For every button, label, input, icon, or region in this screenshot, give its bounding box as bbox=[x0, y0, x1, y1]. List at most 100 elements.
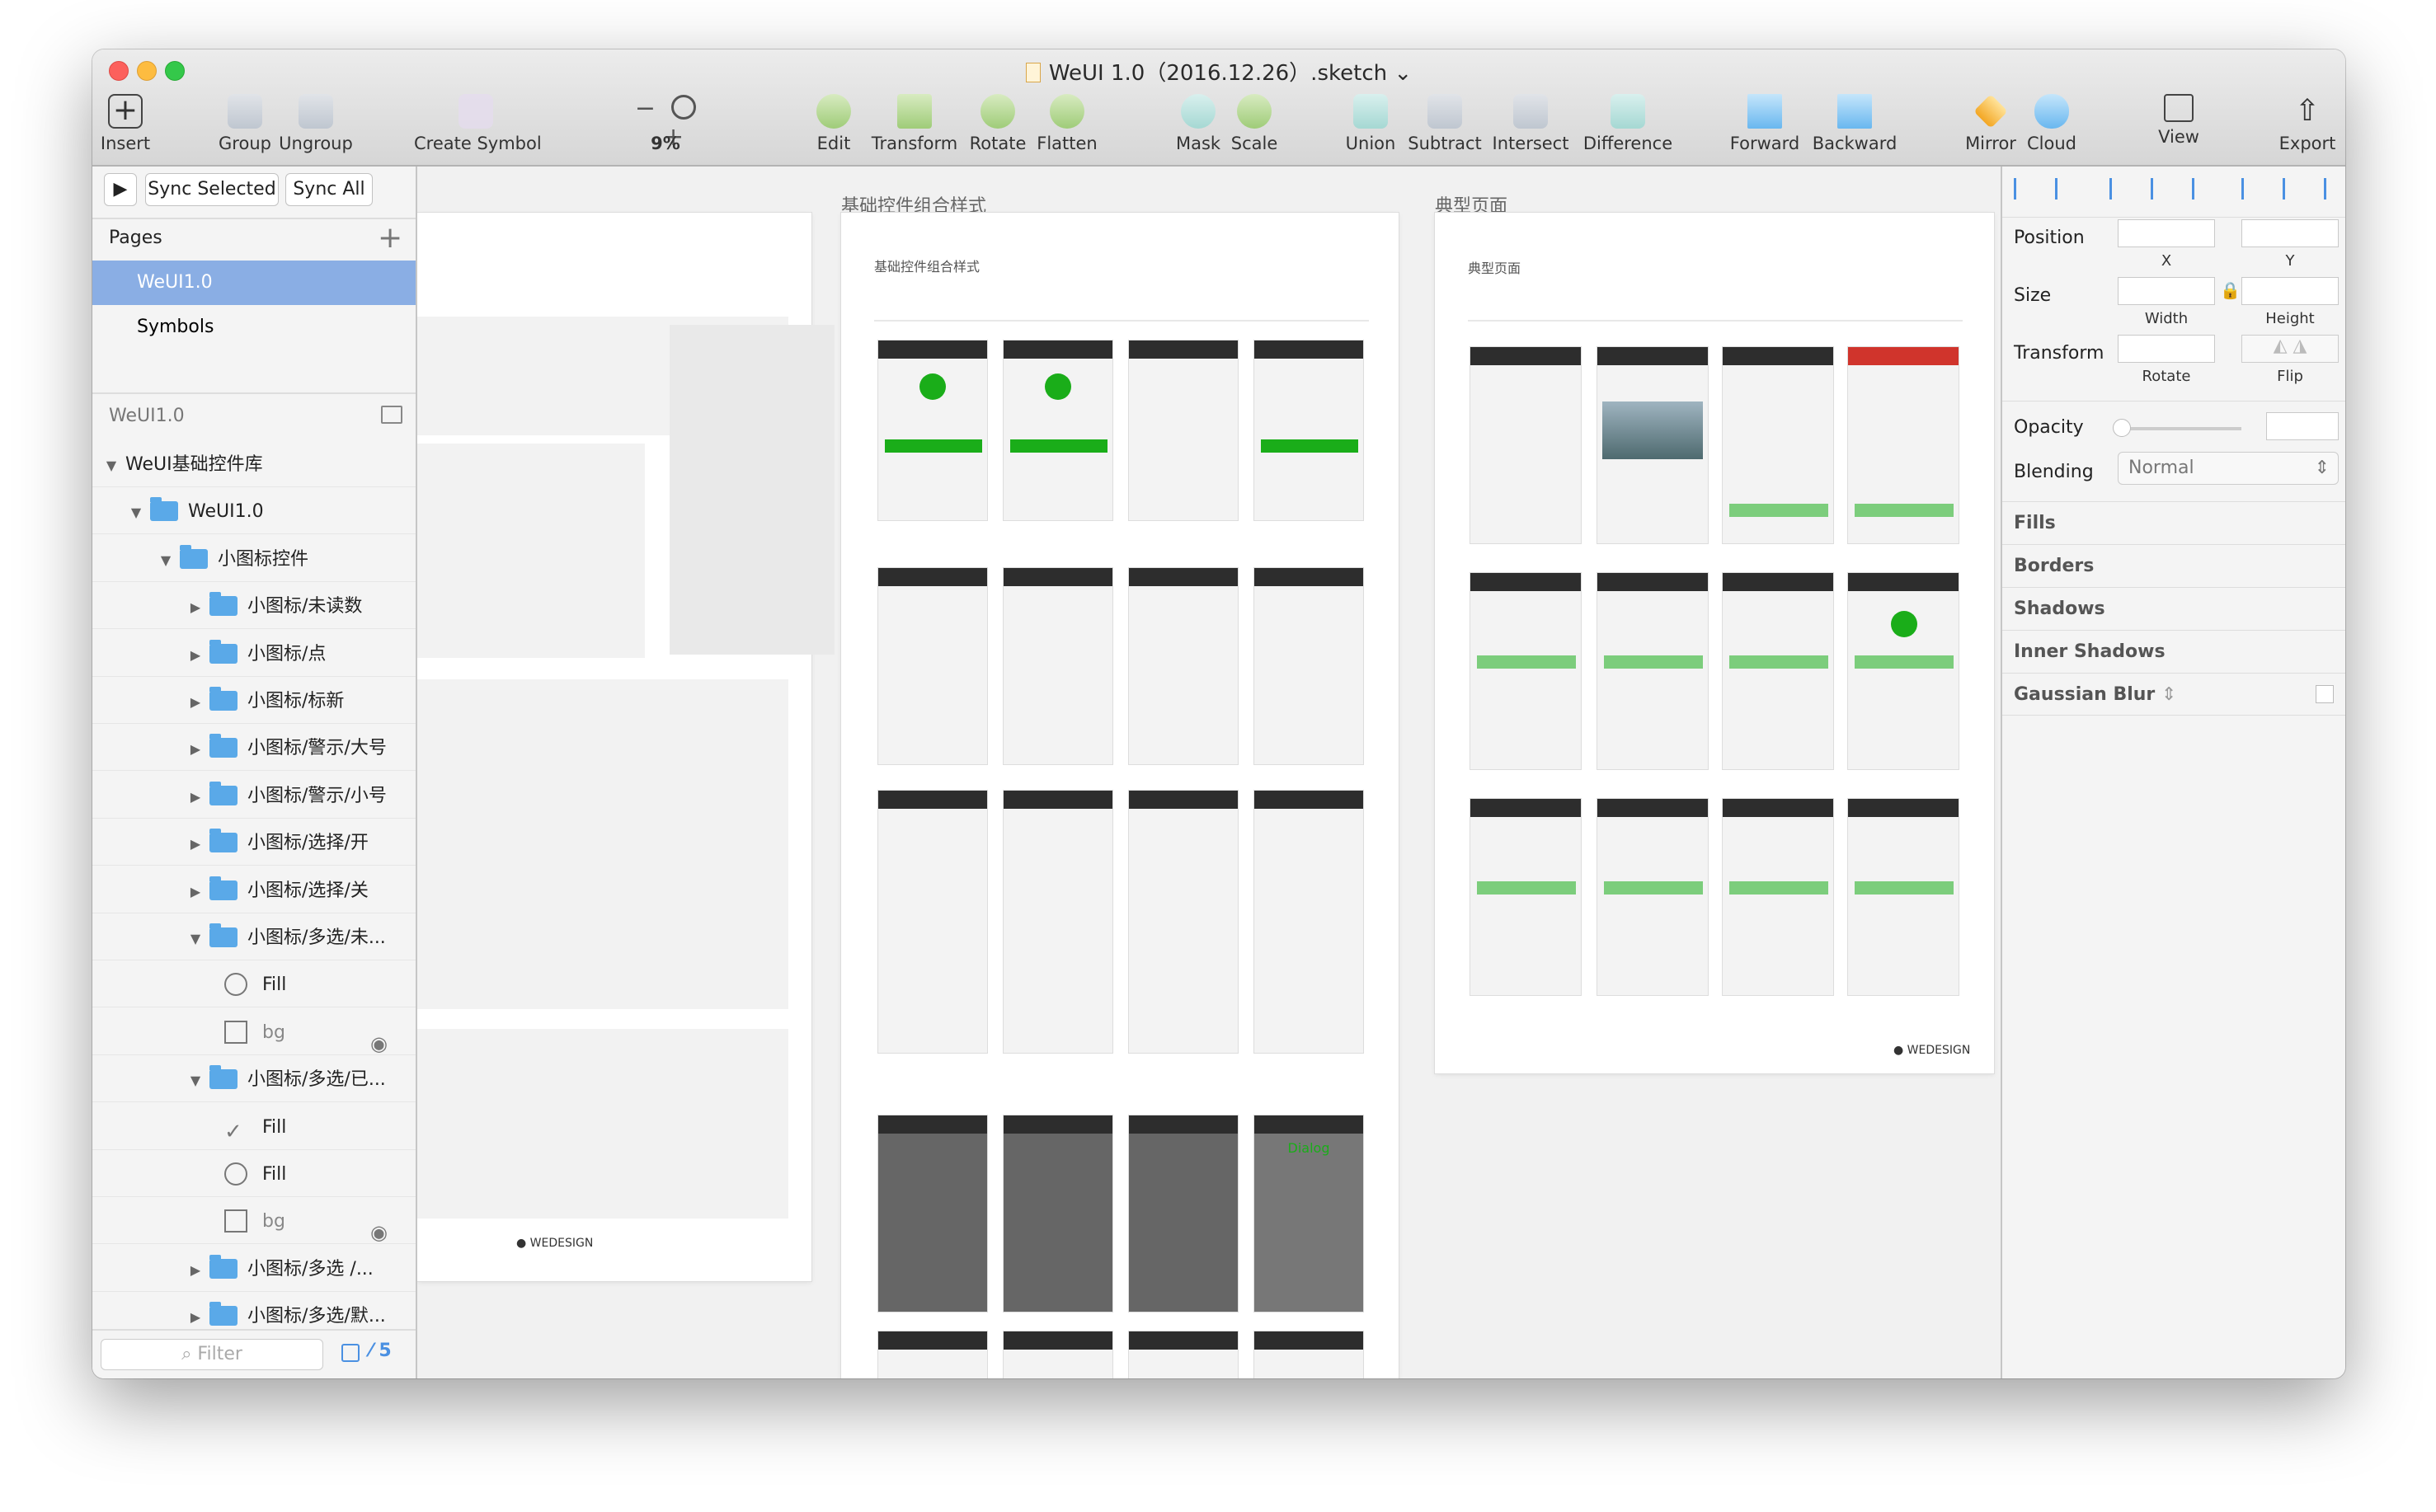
eye-icon[interactable]: ◉ bbox=[370, 1210, 388, 1243]
layer-row[interactable]: ▶ 小图标/点 bbox=[92, 632, 416, 677]
artboard-basic-controls[interactable]: ● WEDESIGN bbox=[417, 213, 835, 1281]
width-field[interactable] bbox=[2118, 277, 2215, 305]
flatten-button[interactable]: Flatten bbox=[1034, 94, 1100, 163]
create-symbol-button[interactable]: Create Symbol bbox=[414, 94, 542, 163]
layer-label: 小图标/点 bbox=[247, 643, 327, 664]
disclosure-triangle-icon[interactable]: ▼ bbox=[181, 917, 209, 960]
add-page-button[interactable]: + bbox=[378, 221, 402, 255]
opacity-field[interactable] bbox=[2266, 412, 2339, 440]
subtract-icon bbox=[1427, 94, 1462, 129]
edit-button[interactable]: Edit bbox=[805, 94, 863, 163]
align-left-icon[interactable] bbox=[2109, 178, 2131, 200]
disclosure-triangle-icon[interactable]: ▶ bbox=[181, 822, 209, 865]
height-field[interactable] bbox=[2241, 277, 2339, 305]
y-field[interactable] bbox=[2241, 219, 2339, 247]
slice-count[interactable]: ⁄ 5 bbox=[369, 1341, 392, 1361]
union-button[interactable]: Union bbox=[1338, 94, 1404, 163]
shadows-section[interactable]: Shadows bbox=[2002, 587, 2345, 630]
sync-selected-button[interactable]: Sync Selected bbox=[145, 173, 279, 206]
page-item-weui[interactable]: WeUI1.0 bbox=[92, 261, 416, 305]
layer-row[interactable]: ▶ 小图标/选择/关 bbox=[92, 869, 416, 913]
disclosure-triangle-icon[interactable]: ▼ bbox=[122, 491, 150, 533]
insert-button[interactable]: + Insert bbox=[99, 94, 152, 163]
blending-select[interactable]: Normal ⇕ bbox=[2118, 452, 2339, 485]
layer-row[interactable]: ▼ 小图标/多选/未... bbox=[92, 916, 416, 960]
layer-row[interactable]: ▶ 小图标/多选 /... bbox=[92, 1247, 416, 1292]
sync-all-button[interactable]: Sync All bbox=[285, 173, 373, 206]
view-button[interactable]: View bbox=[2146, 94, 2212, 163]
group-button[interactable]: Group bbox=[216, 94, 274, 163]
layer-row[interactable]: ▶ 小图标/标新 bbox=[92, 679, 416, 724]
artboard-control-combos[interactable]: 基础控件组合样式 Dialog bbox=[841, 213, 1399, 1378]
disclosure-triangle-icon[interactable]: ▼ bbox=[97, 444, 125, 486]
inner-shadows-section[interactable]: Inner Shadows bbox=[2002, 630, 2345, 673]
canvas[interactable]: ● WEDESIGN 基础控件组合样式 基础控件组合样式 Dialog 典型页面… bbox=[417, 167, 2001, 1378]
transform-button[interactable]: Transform bbox=[869, 94, 960, 163]
mask-button[interactable]: Mask bbox=[1169, 94, 1227, 163]
layer-row[interactable]: Fill bbox=[92, 963, 416, 1008]
distribute-v-icon[interactable] bbox=[2055, 178, 2076, 200]
layer-row[interactable]: bg ◉ bbox=[92, 1011, 416, 1055]
backward-button[interactable]: Backward bbox=[1809, 94, 1900, 163]
difference-button[interactable]: Difference bbox=[1577, 94, 1679, 163]
align-bottom-icon[interactable] bbox=[2324, 178, 2345, 200]
filter-field[interactable]: ⌕ Filter bbox=[101, 1339, 323, 1370]
align-right-icon[interactable] bbox=[2192, 178, 2213, 200]
align-center-icon[interactable] bbox=[2151, 178, 2172, 200]
disclosure-triangle-icon[interactable]: ▶ bbox=[181, 775, 209, 818]
layer-row[interactable]: ▼ 小图标控件 bbox=[92, 538, 416, 582]
window-title[interactable]: WeUI 1.0（2016.12.26）.sketch ⌄ bbox=[92, 56, 2345, 87]
layer-row[interactable]: ▶ 小图标/警示/小号 bbox=[92, 774, 416, 819]
disclosure-triangle-icon[interactable]: ▶ bbox=[181, 585, 209, 628]
ungroup-button[interactable]: Ungroup bbox=[279, 94, 353, 163]
disclosure-triangle-icon[interactable]: ▶ bbox=[181, 680, 209, 723]
layer-row[interactable]: ▶ 小图标/选择/开 bbox=[92, 821, 416, 866]
intersect-button[interactable]: Intersect bbox=[1488, 94, 1573, 163]
collapse-layers-icon[interactable] bbox=[381, 406, 402, 424]
subtract-button[interactable]: Subtract bbox=[1404, 94, 1486, 163]
layer-row[interactable]: ▶ 小图标/警示/大号 bbox=[92, 726, 416, 772]
forward-icon bbox=[1747, 94, 1782, 129]
phone-mockup bbox=[1003, 1331, 1113, 1378]
play-button[interactable]: ▶ bbox=[104, 173, 137, 206]
layer-row[interactable]: ▶ 小图标/未读数 bbox=[92, 585, 416, 630]
mirror-button[interactable]: Mirror bbox=[1958, 94, 2024, 163]
flip-buttons[interactable]: ◭ ◮ bbox=[2241, 335, 2339, 363]
disclosure-triangle-icon[interactable]: ▶ bbox=[181, 633, 209, 676]
opacity-slider[interactable] bbox=[2113, 419, 2241, 437]
fills-section[interactable]: Fills bbox=[2002, 501, 2345, 544]
disclosure-triangle-icon[interactable]: ▼ bbox=[152, 538, 180, 581]
gaussian-blur-section[interactable]: Gaussian Blur ⇕ bbox=[2002, 673, 2345, 716]
cloud-button[interactable]: Cloud bbox=[2019, 94, 2085, 163]
x-field[interactable] bbox=[2118, 219, 2215, 247]
opacity-slider-knob[interactable] bbox=[2113, 419, 2131, 437]
page-item-symbols[interactable]: Symbols bbox=[92, 305, 416, 350]
export-button[interactable]: ⇧ Export bbox=[2274, 94, 2340, 163]
eye-icon[interactable]: ◉ bbox=[370, 1021, 388, 1054]
symbols-filter-icon[interactable] bbox=[341, 1344, 360, 1362]
align-middle-icon[interactable] bbox=[2283, 178, 2304, 200]
layer-row[interactable]: bg ◉ bbox=[92, 1200, 416, 1245]
forward-button[interactable]: Forward bbox=[1724, 94, 1806, 163]
layer-row[interactable]: ▼ 小图标/多选/已... bbox=[92, 1058, 416, 1103]
artboard-typical-pages[interactable]: 典型页面 ● WEDESIGN bbox=[1435, 213, 1994, 1073]
zoom-control[interactable]: − + 9% bbox=[620, 94, 711, 163]
disclosure-triangle-icon[interactable]: ▶ bbox=[181, 870, 209, 913]
rotate-button[interactable]: Rotate bbox=[965, 94, 1031, 163]
align-top-icon[interactable] bbox=[2241, 178, 2263, 200]
lock-icon[interactable]: 🔒 bbox=[2220, 280, 2241, 300]
distribute-h-icon[interactable] bbox=[2014, 178, 2035, 200]
layer-row[interactable]: Fill bbox=[92, 1153, 416, 1197]
disclosure-triangle-icon[interactable]: ▶ bbox=[181, 1248, 209, 1291]
scale-button[interactable]: Scale bbox=[1225, 94, 1283, 163]
layer-row[interactable]: ✓ Fill bbox=[92, 1106, 416, 1150]
layer-row[interactable]: ▼ WeUI1.0 bbox=[92, 490, 416, 535]
blur-checkbox[interactable] bbox=[2316, 685, 2334, 703]
disclosure-triangle-icon[interactable]: ▶ bbox=[181, 727, 209, 770]
rotate-field[interactable] bbox=[2118, 335, 2215, 363]
zoom-out-button[interactable]: − bbox=[635, 94, 656, 123]
borders-section[interactable]: Borders bbox=[2002, 544, 2345, 587]
disclosure-triangle-icon[interactable]: ▼ bbox=[181, 1059, 209, 1101]
flatten-icon bbox=[1050, 94, 1084, 129]
layer-row[interactable]: ▼ WeUI基础控件库 bbox=[92, 443, 416, 487]
